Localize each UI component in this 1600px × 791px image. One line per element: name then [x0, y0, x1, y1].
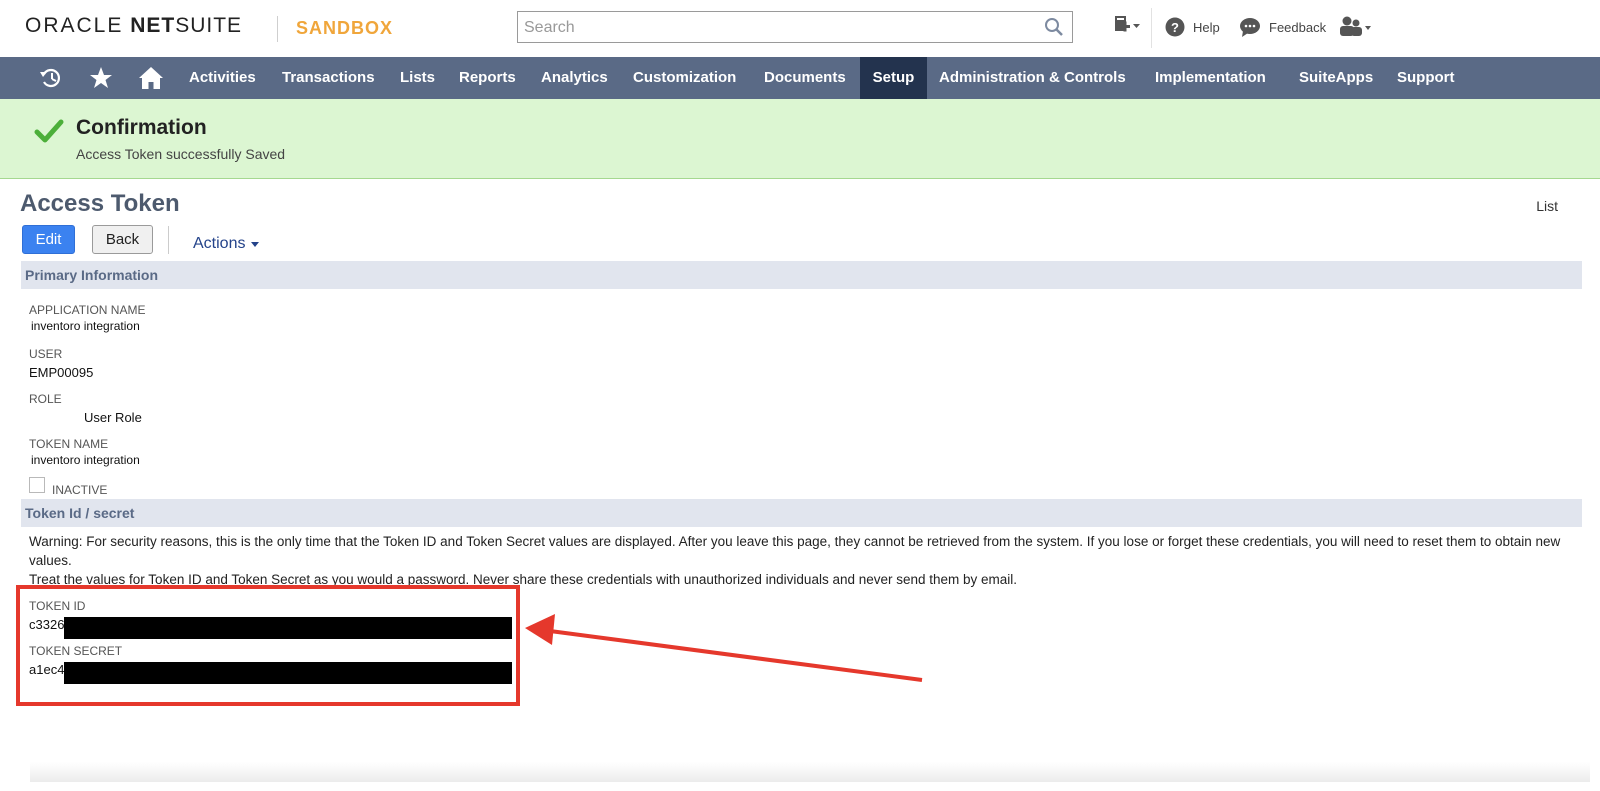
bottom-shadow: [30, 762, 1590, 782]
annotation-arrow: [525, 614, 923, 682]
